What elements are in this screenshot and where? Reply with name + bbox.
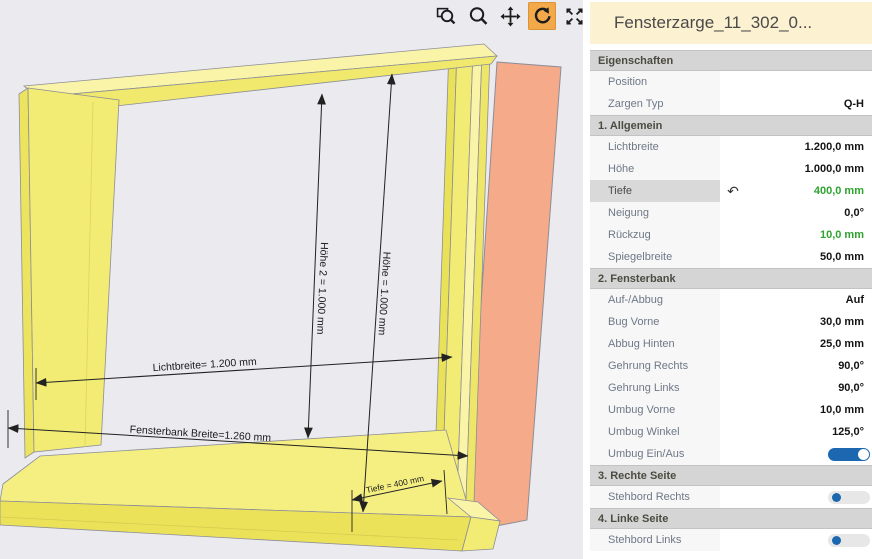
property-label: Umbug Ein/Aus bbox=[590, 443, 720, 465]
property-value[interactable]: 125,0° bbox=[720, 426, 872, 438]
zoom-selection-icon[interactable] bbox=[432, 2, 460, 30]
property-value[interactable]: 90,0° bbox=[720, 360, 872, 372]
section-header-4-linke-seite: 4. Linke Seite bbox=[590, 508, 872, 529]
section-header-2-fensterbank: 2. Fensterbank bbox=[590, 268, 872, 289]
property-row-umbug-ein-aus[interactable]: Umbug Ein/Aus bbox=[590, 443, 872, 465]
property-label: Abbug Hinten bbox=[590, 333, 720, 355]
property-value[interactable]: 10,0 mm bbox=[720, 404, 872, 416]
property-row-umbug-vorne[interactable]: Umbug Vorne 10,0 mm bbox=[590, 399, 872, 421]
property-label: Auf-/Abbug bbox=[590, 289, 720, 311]
panel-title: Fensterzarge_11_302_0... bbox=[590, 2, 872, 44]
toggle-knob[interactable] bbox=[832, 492, 841, 502]
section-header-1-allgemein: 1. Allgemein bbox=[590, 115, 872, 136]
property-value[interactable]: Auf bbox=[720, 294, 872, 306]
section-header-eigenschaften: Eigenschaften bbox=[590, 50, 872, 71]
zoom-icon[interactable] bbox=[464, 2, 492, 30]
undo-icon[interactable]: ↶ bbox=[727, 183, 739, 199]
property-row-gehrung-links[interactable]: Gehrung Links 90,0° bbox=[590, 377, 872, 399]
property-row-bug-vorne[interactable]: Bug Vorne 30,0 mm bbox=[590, 311, 872, 333]
property-label: Stehbord Rechts bbox=[590, 486, 720, 508]
toggle-umbug-ein-aus-on[interactable] bbox=[828, 447, 870, 461]
property-row-umbug-winkel[interactable]: Umbug Winkel 125,0° bbox=[590, 421, 872, 443]
property-row-lichtbreite[interactable]: Lichtbreite 1.200,0 mm bbox=[590, 136, 872, 158]
rotate-icon[interactable] bbox=[528, 2, 556, 30]
toggle-knob[interactable] bbox=[832, 535, 841, 545]
property-value[interactable]: 50,0 mm bbox=[720, 251, 872, 263]
3d-viewport[interactable]: Höhe 2 = 1.000 mm Höhe = 1.000 mm Lichtb… bbox=[0, 0, 590, 559]
property-label: Umbug Vorne bbox=[590, 399, 720, 421]
properties-panel: Fensterzarge_11_302_0... Eigenschaften Po… bbox=[590, 0, 872, 559]
property-value[interactable]: 25,0 mm bbox=[720, 338, 872, 350]
property-value[interactable]: 400,0 mm bbox=[746, 185, 872, 197]
property-row-rückzug[interactable]: Rückzug 10,0 mm bbox=[590, 224, 872, 246]
property-value[interactable]: 1.200,0 mm bbox=[720, 141, 872, 153]
pan-icon[interactable] bbox=[496, 2, 524, 30]
3d-scene[interactable]: Höhe 2 = 1.000 mm Höhe = 1.000 mm Lichtb… bbox=[0, 0, 590, 559]
property-value[interactable]: Q-H bbox=[720, 98, 872, 110]
property-value[interactable]: 90,0° bbox=[720, 382, 872, 394]
property-row-tiefe[interactable]: Tiefe ↶ 400,0 mm bbox=[590, 180, 872, 202]
fit-view-icon[interactable] bbox=[560, 2, 588, 30]
view-toolbar bbox=[432, 2, 588, 30]
toggle-knob[interactable] bbox=[858, 448, 869, 460]
property-label: Umbug Winkel bbox=[590, 421, 720, 443]
property-value[interactable]: 1.000,0 mm bbox=[720, 163, 872, 175]
property-label: Gehrung Rechts bbox=[590, 355, 720, 377]
property-row-stehbord-links[interactable]: Stehbord Links bbox=[590, 529, 872, 551]
property-row-abbug-hinten[interactable]: Abbug Hinten 25,0 mm bbox=[590, 333, 872, 355]
section-header-3-rechte-seite: 3. Rechte Seite bbox=[590, 465, 872, 486]
app-window: Höhe 2 = 1.000 mm Höhe = 1.000 mm Lichtb… bbox=[0, 0, 872, 559]
property-label: Höhe bbox=[590, 158, 720, 180]
property-label: Bug Vorne bbox=[590, 311, 720, 333]
property-value[interactable]: 30,0 mm bbox=[720, 316, 872, 328]
property-label: Neigung bbox=[590, 202, 720, 224]
property-value[interactable]: 0,0° bbox=[720, 207, 872, 219]
property-row-zargen-typ[interactable]: Zargen Typ Q-H bbox=[590, 93, 872, 115]
property-label: Tiefe bbox=[590, 180, 720, 202]
property-label: Lichtbreite bbox=[590, 136, 720, 158]
property-row-neigung[interactable]: Neigung 0,0° bbox=[590, 202, 872, 224]
property-row-stehbord-rechts[interactable]: Stehbord Rechts bbox=[590, 486, 872, 508]
property-label: Rückzug bbox=[590, 224, 720, 246]
toggle-stehbord-links-off[interactable] bbox=[828, 533, 870, 547]
property-label: Spiegelbreite bbox=[590, 246, 720, 268]
property-row-auf-abbug[interactable]: Auf-/Abbug Auf bbox=[590, 289, 872, 311]
toggle-stehbord-rechts-off[interactable] bbox=[828, 490, 870, 504]
property-row-position[interactable]: Position bbox=[590, 71, 872, 93]
property-row-höhe[interactable]: Höhe 1.000,0 mm bbox=[590, 158, 872, 180]
property-value[interactable]: 10,0 mm bbox=[720, 229, 872, 241]
property-row-gehrung-rechts[interactable]: Gehrung Rechts 90,0° bbox=[590, 355, 872, 377]
property-row-spiegelbreite[interactable]: Spiegelbreite 50,0 mm bbox=[590, 246, 872, 268]
property-sections: Eigenschaften Position Zargen Typ Q-H 1. All… bbox=[590, 50, 872, 551]
property-label: Gehrung Links bbox=[590, 377, 720, 399]
property-label: Stehbord Links bbox=[590, 529, 720, 551]
property-label: Zargen Typ bbox=[590, 93, 720, 115]
property-label: Position bbox=[590, 71, 720, 93]
